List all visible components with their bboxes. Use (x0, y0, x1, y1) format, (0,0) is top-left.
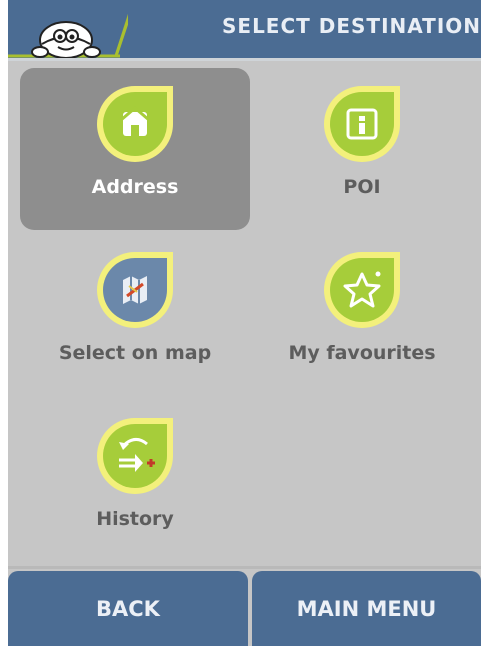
history-arrows-icon (97, 418, 173, 494)
footer-divider (8, 566, 481, 569)
poi-label: POI (343, 176, 381, 198)
star-icon (324, 252, 400, 328)
back-button[interactable]: BACK (8, 571, 248, 646)
select-on-map-label: Select on map (58, 342, 212, 364)
main-menu-button-label: MAIN MENU (296, 596, 437, 621)
map-icon (97, 252, 173, 328)
house-icon (97, 86, 173, 162)
michelin-man-logo-icon (8, 0, 148, 59)
main-menu-button[interactable]: MAIN MENU (252, 571, 481, 646)
history-button[interactable]: History (20, 400, 250, 562)
back-button-label: BACK (96, 596, 160, 621)
header-bar: SELECT DESTINATION (8, 0, 481, 61)
page-title: SELECT DESTINATION (222, 14, 481, 38)
my-favourites-label: My favourites (288, 342, 436, 364)
info-icon (324, 86, 400, 162)
my-favourites-button[interactable]: My favourites (247, 234, 477, 396)
navigation-screen: SELECT DESTINATION Address POI Select on… (8, 0, 481, 646)
footer-bar: BACK MAIN MENU (8, 571, 481, 646)
address-button[interactable]: Address (20, 68, 250, 230)
poi-button[interactable]: POI (247, 68, 477, 230)
select-on-map-button[interactable]: Select on map (20, 234, 250, 396)
address-label: Address (91, 176, 179, 198)
history-label: History (96, 508, 174, 530)
